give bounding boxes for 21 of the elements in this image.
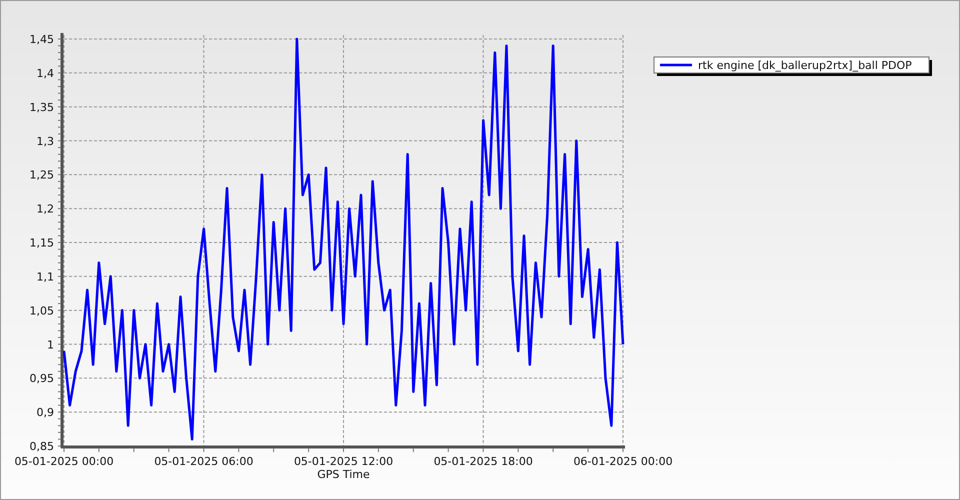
y-tick-label: 1,1 bbox=[36, 270, 54, 284]
y-tick-label: 1,05 bbox=[30, 304, 54, 318]
y-tick-label: 1 bbox=[47, 338, 54, 352]
x-tick-label: 05-01-2025 18:00 bbox=[434, 455, 533, 468]
x-axis-title: GPS Time bbox=[317, 468, 370, 481]
legend: rtk engine [dk_ballerup2rtx]_ball PDOP bbox=[654, 56, 932, 76]
y-tick-label: 1,45 bbox=[30, 33, 54, 46]
x-tick-label: 05-01-2025 00:00 bbox=[14, 455, 114, 468]
y-tick-label: 0,85 bbox=[30, 440, 54, 453]
y-tick-label: 1,35 bbox=[30, 100, 54, 114]
y-tick-label: 1,3 bbox=[36, 134, 54, 148]
y-tick-label: 1,4 bbox=[36, 66, 54, 80]
x-tick-label: 05-01-2025 06:00 bbox=[154, 455, 254, 468]
y-tick-label: 1,2 bbox=[36, 202, 54, 216]
y-tick-label: 0,95 bbox=[30, 372, 54, 386]
y-tick-label: 1,15 bbox=[30, 236, 54, 250]
x-tick-label: 05-01-2025 12:00 bbox=[294, 455, 394, 468]
y-tick-label: 1,25 bbox=[30, 168, 54, 182]
y-tick-label: 0,9 bbox=[36, 406, 54, 420]
x-tick-label: 06-01-2025 00:00 bbox=[573, 455, 673, 468]
legend-label: rtk engine [dk_ballerup2rtx]_ball PDOP bbox=[698, 59, 912, 72]
